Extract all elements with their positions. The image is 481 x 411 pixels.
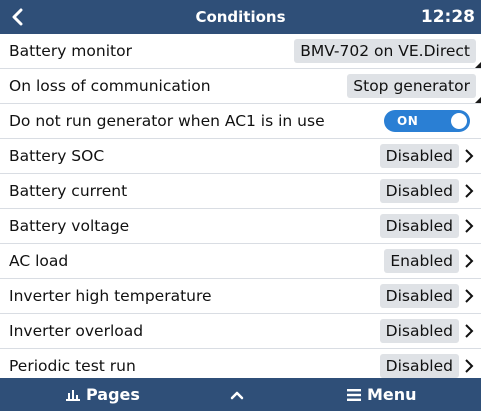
title-bar: Conditions 12:28	[0, 0, 481, 34]
inverter-high-temperature-row[interactable]: Inverter high temperature Disabled	[0, 279, 481, 314]
status-badge: Disabled	[379, 354, 459, 378]
menu-label: Menu	[367, 385, 417, 404]
ac1-in-use-row[interactable]: Do not run generator when AC1 is in use …	[0, 104, 481, 139]
page-title: Conditions	[195, 8, 286, 26]
status-badge: Disabled	[379, 179, 459, 203]
row-label: AC load	[9, 252, 69, 270]
scroll-up-button[interactable]	[229, 378, 251, 411]
chevron-right-icon	[465, 359, 474, 373]
dropdown-corner-icon	[475, 62, 481, 68]
hamburger-icon	[347, 388, 361, 401]
status-badge: Disabled	[379, 214, 459, 238]
battery-monitor-row[interactable]: Battery monitor BMV-702 on VE.Direct	[0, 34, 481, 69]
battery-current-row[interactable]: Battery current Disabled	[0, 174, 481, 209]
battery-monitor-select[interactable]: BMV-702 on VE.Direct	[294, 39, 476, 63]
row-label: Inverter high temperature	[9, 287, 212, 305]
inverter-overload-row[interactable]: Inverter overload Disabled	[0, 314, 481, 349]
row-label: Do not run generator when AC1 is in use	[9, 112, 325, 130]
bar-chart-icon	[66, 390, 80, 401]
row-label: Battery SOC	[9, 147, 105, 165]
dropdown-corner-icon	[475, 97, 481, 103]
chevron-right-icon	[465, 184, 474, 198]
chevron-right-icon	[465, 289, 474, 303]
ac1-in-use-toggle[interactable]: ON	[384, 110, 470, 132]
chevron-right-icon	[465, 219, 474, 233]
chevron-up-icon	[230, 391, 244, 399]
clock: 12:28	[420, 7, 475, 27]
status-badge: Disabled	[379, 319, 459, 343]
settings-list: Battery monitor BMV-702 on VE.Direct On …	[0, 34, 481, 384]
chevron-right-icon	[465, 324, 474, 338]
status-badge: Disabled	[379, 144, 459, 168]
chevron-right-icon	[465, 254, 474, 268]
loss-of-communication-select[interactable]: Stop generator	[347, 74, 476, 98]
row-label: Battery voltage	[9, 217, 130, 235]
pages-button[interactable]: Pages	[66, 378, 140, 411]
row-label: On loss of communication	[9, 77, 211, 95]
row-label: Inverter overload	[9, 322, 144, 340]
toggle-knob	[451, 113, 467, 129]
menu-button[interactable]: Menu	[347, 378, 417, 411]
battery-voltage-row[interactable]: Battery voltage Disabled	[0, 209, 481, 244]
row-label: Battery current	[9, 182, 128, 200]
loss-of-communication-row[interactable]: On loss of communication Stop generator	[0, 69, 481, 104]
ac-load-row[interactable]: AC load Enabled	[0, 244, 481, 279]
status-badge: Enabled	[384, 249, 459, 273]
toggle-state-label: ON	[397, 114, 419, 128]
chevron-right-icon	[465, 149, 474, 163]
pages-label: Pages	[86, 385, 140, 404]
bottom-bar: Pages Menu	[0, 378, 481, 411]
row-label: Battery monitor	[9, 42, 132, 60]
status-badge: Disabled	[379, 284, 459, 308]
battery-soc-row[interactable]: Battery SOC Disabled	[0, 139, 481, 174]
